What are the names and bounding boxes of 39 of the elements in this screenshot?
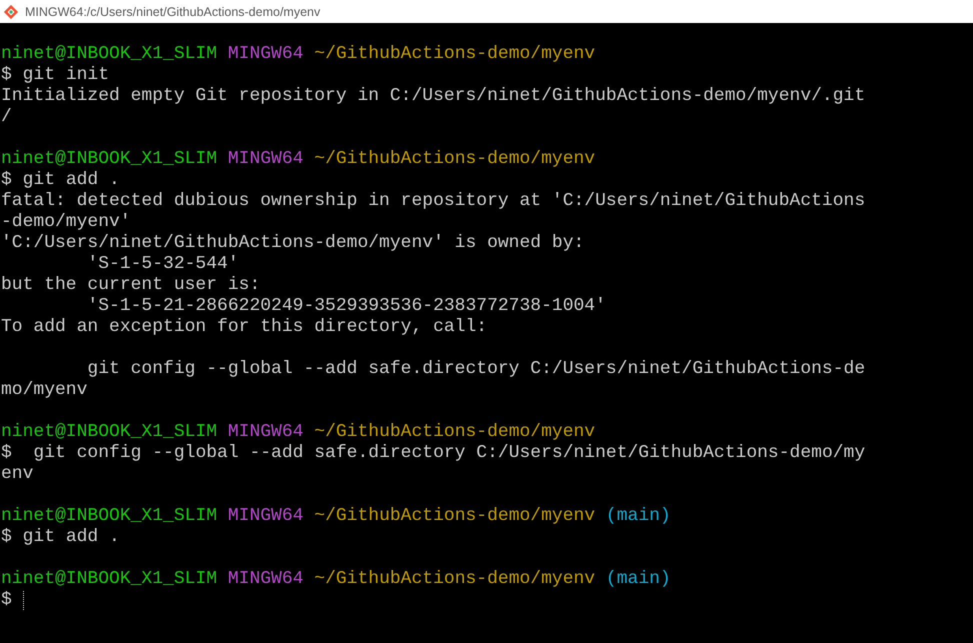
output-line: 'C:/Users/ninet/GithubActions-demo/myenv' is owned by: — [1, 233, 584, 254]
command-text: git config --global --add safe.directory C:/Users/ninet/GithubActions-demo/my — [32, 443, 866, 464]
current-path: ~/GithubActions-demo/myenv — [314, 149, 596, 170]
prompt-sign: $ — [1, 527, 12, 548]
output-line: git config --global --add safe.directory C:/Users/ninet/GithubActions-de — [86, 359, 866, 380]
shell-name: MINGW64 — [228, 569, 304, 590]
command-text: git add . — [22, 527, 120, 548]
current-path: ~/GithubActions-demo/myenv — [314, 506, 596, 527]
git-branch: (main) — [606, 506, 671, 527]
output-line: -demo/myenv' — [1, 212, 131, 233]
current-path: ~/GithubActions-demo/myenv — [314, 569, 596, 590]
window-title: MINGW64:/c/Users/ninet/GithubActions-demo/myenv — [25, 4, 320, 18]
output-line: fatal: detected dubious ownership in repository at 'C:/Users/ninet/GithubActions — [1, 191, 866, 212]
output-line: but the current user is: — [1, 275, 260, 296]
shell-name: MINGW64 — [228, 422, 304, 443]
command-text: git add . — [22, 170, 120, 191]
shell-name: MINGW64 — [228, 149, 304, 170]
output-line: / — [1, 107, 12, 128]
user-host: ninet@INBOOK_X1_SLIM — [1, 44, 218, 65]
user-host: ninet@INBOOK_X1_SLIM — [1, 506, 218, 527]
output-line: To add an exception for this directory, call: — [1, 317, 488, 338]
user-host: ninet@INBOOK_X1_SLIM — [1, 569, 218, 590]
prompt-sign: $ — [1, 443, 12, 464]
git-branch: (main) — [606, 569, 671, 590]
output-line: Initialized empty Git repository in C:/Users/ninet/GithubActions-demo/myenv/.git — [1, 86, 866, 107]
output-line: mo/myenv — [1, 380, 88, 401]
current-path: ~/GithubActions-demo/myenv — [314, 422, 596, 443]
output-line: 'S-1-5-21-2866220249-3529393536-2383772738-1004' — [86, 296, 606, 317]
shell-name: MINGW64 — [228, 506, 304, 527]
user-host: ninet@INBOOK_X1_SLIM — [1, 422, 218, 443]
shell-name: MINGW64 — [228, 44, 304, 65]
current-path: ~/GithubActions-demo/myenv — [314, 44, 596, 65]
user-host: ninet@INBOOK_X1_SLIM — [1, 149, 218, 170]
prompt-sign: $ — [1, 170, 12, 191]
output-line: 'S-1-5-32-544' — [86, 254, 239, 275]
prompt-sign: $ — [1, 65, 12, 86]
command-text: git init — [22, 65, 110, 86]
prompt-sign: $ — [1, 590, 12, 611]
output-line: env — [1, 464, 34, 485]
